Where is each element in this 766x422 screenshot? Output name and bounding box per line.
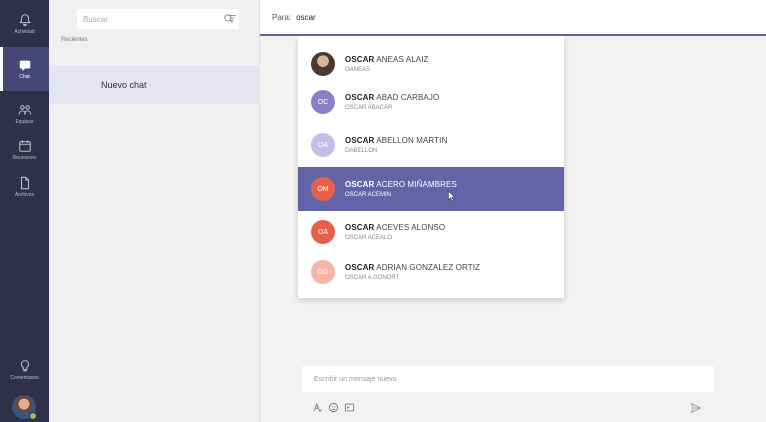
search-input[interactable]: Buscar (77, 9, 239, 29)
name-match: OSCAR (345, 136, 375, 145)
contact-alias: OSCAR A GONORT (345, 275, 400, 281)
rail-item-chat[interactable]: Chat (0, 47, 49, 91)
name-rest: ABELLON MARTIN (374, 136, 448, 145)
rail-item-comentarios[interactable]: Comentarios (0, 348, 49, 392)
name-match: OSCAR (345, 93, 375, 102)
rail-label: Chat (19, 74, 30, 80)
suggestion-item-selected[interactable]: OM OSCAR ACERO MIÑAMBRES OSCAR ACEMIN (298, 167, 564, 211)
to-label: Para: (272, 12, 292, 22)
contact-alias: OSCAR ACEALO (345, 235, 393, 241)
contact-avatar (311, 52, 335, 76)
name-match: OSCAR (345, 263, 375, 272)
user-avatar[interactable] (12, 395, 37, 420)
search-placeholder: Buscar (83, 14, 108, 24)
feedback-icon (20, 360, 29, 372)
mouse-cursor-icon (448, 191, 456, 201)
chat-list-panel: Buscar Recientes Nuevo chat (49, 0, 260, 422)
send-icon[interactable] (690, 402, 702, 414)
name-match: OSCAR (345, 223, 375, 232)
contact-avatar: OM (311, 177, 335, 201)
rail-label: Archivos (14, 192, 35, 198)
rail-label: Actividad (14, 29, 35, 35)
rail-item-archivos[interactable]: Archivos (0, 165, 49, 209)
filter-icon[interactable] (227, 13, 237, 23)
bell-icon (18, 14, 31, 27)
contact-alias: OANEAS (345, 67, 371, 73)
suggestion-item[interactable]: OC OSCAR ABAD CARBAJO OSCAR ABACAR (298, 80, 564, 124)
rail-item-actividad[interactable]: Actividad (0, 2, 49, 46)
contact-alias: OABELLON (345, 148, 378, 154)
chat-item-label: Nuevo chat (101, 80, 147, 90)
app-rail: Actividad Chat Equipos Reuniones Archivo… (0, 0, 49, 422)
calendar-icon (18, 140, 31, 152)
chat-list-item-new-chat[interactable]: Nuevo chat (49, 66, 260, 104)
name-rest: ABAD CARBAJO (374, 93, 440, 102)
contact-avatar: OC (311, 90, 335, 114)
contact-alias: OSCAR ABACAR (345, 105, 393, 111)
rail-label: Reuniones (12, 155, 37, 161)
emoji-icon[interactable] (328, 402, 339, 413)
presence-indicator (29, 412, 37, 420)
suggestion-item[interactable]: OA OSCAR ACEVES ALONSO OSCAR ACEALO (298, 210, 564, 254)
to-field[interactable]: Para: oscar (260, 0, 766, 36)
rail-label: Comentarios (10, 375, 39, 381)
compose-placeholder: Escribir un mensaje nuevo (314, 375, 397, 383)
message-compose-input[interactable]: Escribir un mensaje nuevo (302, 366, 714, 392)
files-icon (20, 176, 29, 190)
to-input[interactable]: oscar (296, 13, 316, 22)
rail-label: Equipos (15, 119, 34, 125)
suggestion-item[interactable]: OG OSCAR ADRIAN GONZALEZ ORTIZ OSCAR A G… (298, 250, 564, 294)
gif-icon[interactable] (344, 402, 355, 413)
contact-avatar: OA (311, 133, 335, 157)
recent-section-label: Recientes (61, 37, 88, 43)
chat-icon (19, 60, 30, 72)
contact-avatar: OG (311, 260, 335, 284)
format-icon[interactable] (312, 402, 323, 413)
contact-avatar: OA (311, 220, 335, 244)
people-suggestion-dropdown: OSCAR ANEAS ALAIZ OANEAS OC OSCAR ABAD C… (298, 36, 564, 298)
chat-main: Para: oscar OSCAR ANEAS ALAIZ OANEAS OC … (260, 0, 766, 422)
contact-alias: OSCAR ACEMIN (345, 192, 392, 198)
name-match: OSCAR (345, 55, 375, 64)
suggestion-item[interactable]: OA OSCAR ABELLON MARTIN OABELLON (298, 123, 564, 167)
teams-icon (18, 105, 31, 115)
name-match: OSCAR (345, 180, 375, 189)
name-rest: ACERO MIÑAMBRES (374, 180, 457, 189)
name-rest: ACEVES ALONSO (374, 223, 446, 232)
name-rest: ANEAS ALAIZ (374, 55, 429, 64)
name-rest: ADRIAN GONZALEZ ORTIZ (374, 263, 481, 272)
